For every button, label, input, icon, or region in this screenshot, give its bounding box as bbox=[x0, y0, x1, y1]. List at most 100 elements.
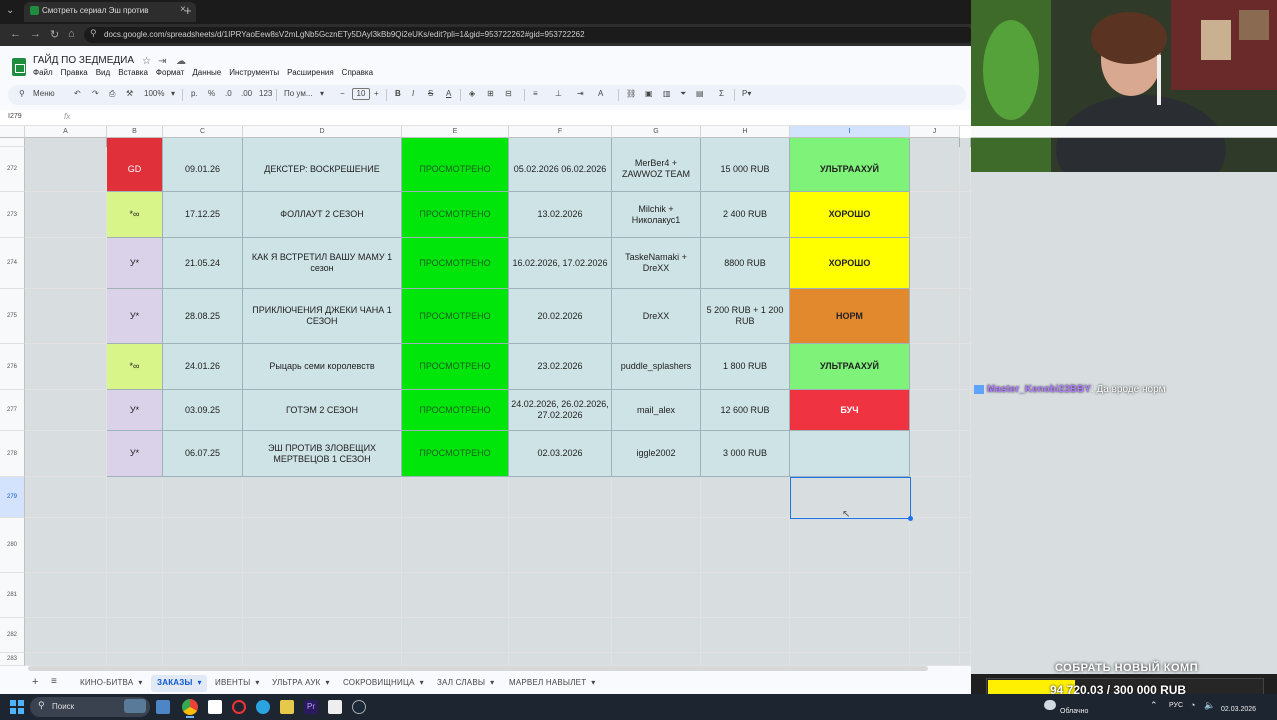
empty-cell[interactable] bbox=[163, 653, 243, 666]
fill-color-icon[interactable]: ◈ bbox=[469, 89, 475, 98]
row-header[interactable]: 281 bbox=[0, 573, 25, 618]
column-header-i[interactable]: I bbox=[790, 126, 910, 138]
row-header[interactable]: 272 bbox=[0, 147, 25, 192]
font-size-decrease-icon[interactable]: − bbox=[340, 89, 345, 98]
cell-c-273[interactable]: 17.12.25 bbox=[163, 192, 243, 238]
column-header-g[interactable]: G bbox=[612, 126, 701, 138]
document-title[interactable]: ГАЙД ПО ЗЕДМЕДИА bbox=[33, 55, 134, 66]
cell-f-277[interactable]: 24.02.2026, 26.02.2026, 27.02.2026 bbox=[509, 390, 612, 431]
forward-icon[interactable]: → bbox=[30, 28, 41, 40]
empty-cell[interactable] bbox=[509, 573, 612, 618]
empty-cell[interactable] bbox=[612, 573, 701, 618]
currency-format-button[interactable]: р. bbox=[191, 89, 198, 98]
empty-cell[interactable] bbox=[910, 573, 960, 618]
tab-search-icon[interactable]: ⌄ bbox=[6, 5, 14, 16]
cell-b-278[interactable]: У* bbox=[107, 431, 163, 477]
empty-cell[interactable] bbox=[163, 477, 243, 518]
cell-a[interactable] bbox=[25, 431, 107, 477]
cell-a[interactable] bbox=[25, 147, 107, 192]
cell-i-277[interactable]: БУЧ bbox=[790, 390, 910, 431]
row-header[interactable]: 278 bbox=[0, 431, 25, 477]
empty-cell[interactable] bbox=[910, 518, 960, 573]
horizontal-scrollbar[interactable] bbox=[28, 666, 928, 671]
cell-f-273[interactable]: 13.02.2026 bbox=[509, 192, 612, 238]
cell-g-277[interactable]: mail_alex bbox=[612, 390, 701, 431]
input-tools-icon[interactable]: P▾ bbox=[742, 89, 751, 98]
partial-row-cell[interactable] bbox=[402, 138, 509, 147]
cell-i-275[interactable]: НОРМ bbox=[790, 289, 910, 344]
cell-k[interactable] bbox=[960, 289, 971, 344]
menu-item[interactable]: Данные bbox=[192, 68, 221, 77]
filter-views-icon[interactable]: ▤ bbox=[696, 89, 704, 98]
column-header-e[interactable]: E bbox=[402, 126, 509, 138]
strikethrough-icon[interactable]: S bbox=[428, 89, 433, 98]
sheet-tab[interactable]: КИНО-БИТВА ▾ bbox=[80, 678, 143, 687]
cell-k[interactable] bbox=[960, 431, 971, 477]
menu-item[interactable]: Расширения bbox=[287, 68, 334, 77]
borders-icon[interactable]: ⊞ bbox=[487, 89, 494, 98]
cell-a[interactable] bbox=[25, 238, 107, 289]
column-header-a[interactable]: A bbox=[25, 126, 107, 138]
task-view-icon[interactable] bbox=[156, 700, 170, 714]
cell-j[interactable] bbox=[910, 344, 960, 390]
decrease-decimal-button[interactable]: .0 bbox=[225, 89, 232, 98]
reload-icon[interactable]: ↻ bbox=[50, 28, 59, 41]
empty-cell[interactable] bbox=[402, 573, 509, 618]
insert-comment-icon[interactable]: ▣ bbox=[645, 89, 653, 98]
empty-cell[interactable] bbox=[243, 618, 402, 653]
cloud-status-icon[interactable]: ☁ bbox=[176, 56, 186, 67]
bold-icon[interactable]: B bbox=[395, 89, 401, 98]
empty-cell[interactable] bbox=[790, 573, 910, 618]
insert-link-icon[interactable]: ⛓ bbox=[626, 89, 636, 98]
empty-cell[interactable] bbox=[790, 653, 910, 666]
column-header-h[interactable]: H bbox=[701, 126, 790, 138]
row-header[interactable]: 279 bbox=[0, 477, 25, 518]
cell-i-272[interactable]: УЛЬТРААХУЙ bbox=[790, 147, 910, 192]
empty-cell[interactable] bbox=[960, 518, 971, 573]
empty-cell[interactable] bbox=[25, 653, 107, 666]
increase-decimal-button[interactable]: .00 bbox=[241, 89, 252, 98]
cell-h-273[interactable]: 2 400 RUB bbox=[701, 192, 790, 238]
sheet-tab[interactable]: ЗАКАЗЫ ▾ bbox=[157, 678, 202, 687]
row-header[interactable]: 280 bbox=[0, 518, 25, 573]
cell-g-278[interactable]: iggle2002 bbox=[612, 431, 701, 477]
cell-c-276[interactable]: 24.01.26 bbox=[163, 344, 243, 390]
cell-d-277[interactable]: ГОТЭМ 2 СЕЗОН bbox=[243, 390, 402, 431]
cell-h-278[interactable]: 3 000 RUB bbox=[701, 431, 790, 477]
row-header[interactable]: 275 bbox=[0, 289, 25, 344]
cell-h-274[interactable]: 8800 RUB bbox=[701, 238, 790, 289]
empty-cell[interactable] bbox=[509, 618, 612, 653]
empty-cell[interactable] bbox=[509, 653, 612, 666]
cell-g-276[interactable]: puddle_splashers bbox=[612, 344, 701, 390]
all-sheets-icon[interactable]: ≡ bbox=[51, 676, 57, 687]
cell-b-277[interactable]: У* bbox=[107, 390, 163, 431]
empty-cell[interactable] bbox=[612, 653, 701, 666]
cell-a[interactable] bbox=[25, 289, 107, 344]
empty-cell[interactable] bbox=[790, 618, 910, 653]
empty-cell[interactable] bbox=[402, 477, 509, 518]
weather-text[interactable]: Облачно bbox=[1060, 708, 1088, 715]
cell-j[interactable] bbox=[910, 431, 960, 477]
steam-icon[interactable] bbox=[352, 700, 366, 714]
cell-c-275[interactable]: 28.08.25 bbox=[163, 289, 243, 344]
empty-cell[interactable] bbox=[910, 618, 960, 653]
selected-cell-i279[interactable] bbox=[790, 477, 911, 519]
empty-cell[interactable] bbox=[402, 618, 509, 653]
empty-cell[interactable] bbox=[701, 477, 790, 518]
menu-item[interactable]: Вставка bbox=[118, 68, 148, 77]
new-tab-icon[interactable]: + bbox=[184, 3, 192, 18]
partial-row-cell[interactable] bbox=[612, 138, 701, 147]
zoom-dropdown-icon[interactable]: ▾ bbox=[171, 89, 175, 98]
move-icon[interactable]: ⇥ bbox=[158, 56, 166, 67]
cell-c-274[interactable]: 21.05.24 bbox=[163, 238, 243, 289]
taskbar-date[interactable]: 02.03.2026 bbox=[1221, 706, 1256, 713]
empty-cell[interactable] bbox=[790, 518, 910, 573]
empty-cell[interactable] bbox=[243, 573, 402, 618]
filter-icon[interactable]: ⏷ bbox=[680, 89, 686, 99]
sheets-logo-icon[interactable] bbox=[12, 58, 26, 76]
empty-cell[interactable] bbox=[25, 573, 107, 618]
row-header[interactable]: 276 bbox=[0, 344, 25, 390]
column-header-f[interactable]: F bbox=[509, 126, 612, 138]
empty-cell[interactable] bbox=[612, 477, 701, 518]
cell-f-278[interactable]: 02.03.2026 bbox=[509, 431, 612, 477]
